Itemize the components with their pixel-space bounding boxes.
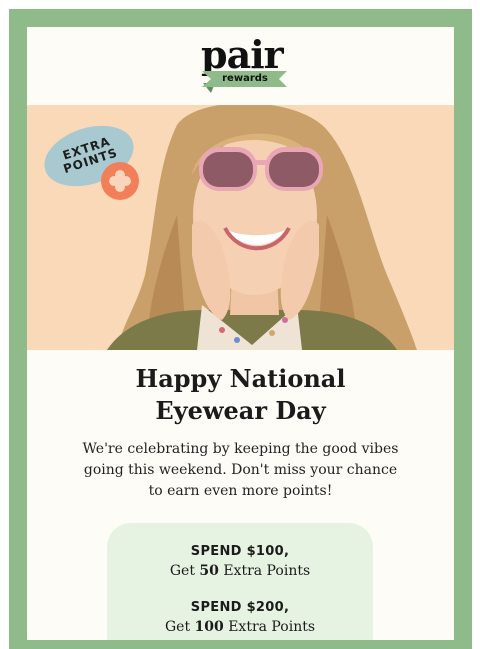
offer-title: SPEND $100, (190, 544, 290, 559)
offer-item: SPEND $100, Get 50 Extra Points (107, 543, 373, 581)
intro-text: We're celebrating by keeping the good vi… (79, 439, 402, 502)
logo-wordmark: pair (201, 32, 284, 77)
headline-line-1: Happy National (135, 364, 346, 393)
offer-description: Get 50 Extra Points (107, 561, 373, 581)
offer-desc-suffix: Extra Points (223, 619, 316, 635)
flower-icon (109, 170, 131, 192)
offer-title: SPEND $200, (190, 600, 290, 615)
intro-line-3: to earn even more points! (148, 483, 333, 499)
logo-ribbon: rewards (202, 71, 287, 87)
offer-desc-prefix: Get (164, 619, 195, 635)
offers-panel: SPEND $100, Get 50 Extra Points SPEND $2… (107, 523, 373, 640)
intro-line-1: We're celebrating by keeping the good vi… (82, 441, 399, 457)
intro-line-2: going this weekend. Don't miss your chan… (83, 462, 398, 478)
email-card: pair rewards EXTRA POINTS Happy National… (27, 27, 454, 640)
offer-points: 100 (194, 619, 224, 635)
offer-desc-prefix: Get (169, 563, 200, 579)
hero-image[interactable]: EXTRA POINTS (27, 105, 454, 350)
offer-points: 50 (199, 563, 219, 579)
offer-desc-suffix: Extra Points (218, 563, 311, 579)
offer-description: Get 100 Extra Points (107, 617, 373, 637)
flower-badge (101, 162, 139, 200)
offer-item: SPEND $200, Get 100 Extra Points (107, 599, 373, 637)
headline-line-2: Eyewear Day (155, 396, 326, 425)
headline: Happy National Eyewear Day (27, 363, 454, 427)
logo[interactable]: pair rewards (27, 27, 454, 105)
